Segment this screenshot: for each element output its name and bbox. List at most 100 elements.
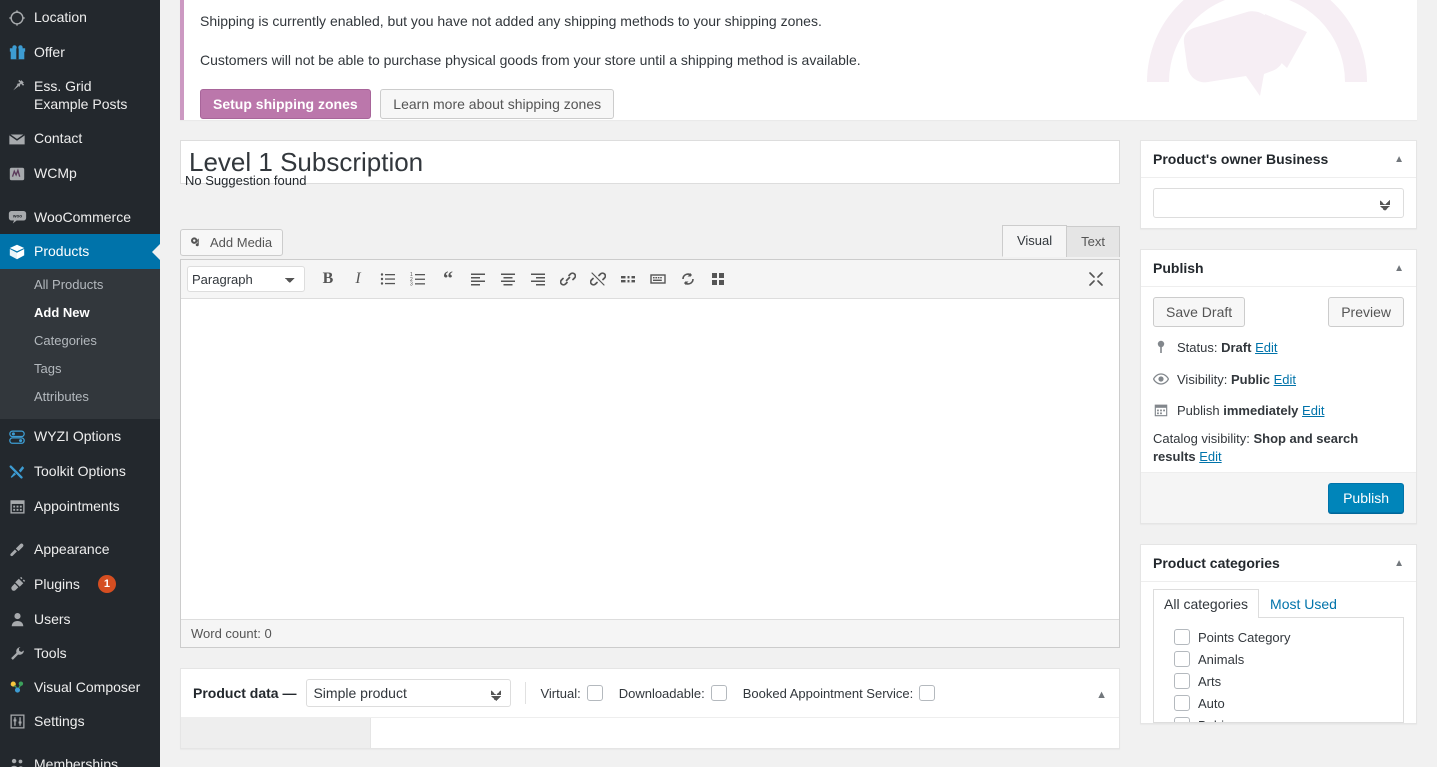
publish-date-text: Publish immediately Edit (1177, 402, 1324, 420)
downloadable-checkbox[interactable] (710, 685, 727, 701)
category-item[interactable]: Points Category (1164, 626, 1393, 648)
sidebar-separator (0, 523, 160, 532)
virtual-checkbox[interactable] (586, 685, 603, 701)
save-draft-button[interactable]: Save Draft (1153, 297, 1246, 327)
product-categories-title: Product categories (1153, 555, 1280, 571)
product-categories-header: Product categories ▲ (1141, 545, 1416, 582)
preview-button[interactable]: Preview (1328, 297, 1404, 327)
sidebar-item-ess-grid-example-posts[interactable]: Ess. Grid Example Posts (0, 69, 160, 121)
sidebar-item-appointments[interactable]: Appointments (0, 489, 160, 523)
submenu-item-tags[interactable]: Tags (0, 355, 160, 383)
category-checkbox[interactable] (1174, 651, 1190, 667)
sidebar-item-label: Offer (34, 44, 65, 60)
undo-redo-icon[interactable] (673, 264, 703, 294)
tab-all-categories[interactable]: All categories (1153, 589, 1260, 618)
owner-business-toggle-icon[interactable]: ▲ (1394, 154, 1404, 165)
category-item[interactable]: Auto (1164, 692, 1393, 714)
publish-toggle-icon[interactable]: ▲ (1394, 263, 1404, 274)
tab-visual[interactable]: Visual (1001, 225, 1068, 257)
product-data-header: Product data — Simple product Virtual: D… (181, 669, 1119, 718)
remove-link-icon[interactable] (583, 264, 613, 294)
submenu-item-all-products[interactable]: All Products (0, 271, 160, 299)
add-media-button[interactable]: Add Media (180, 229, 284, 256)
category-list[interactable]: Points Category Animals Arts Auto (1153, 618, 1404, 723)
downloadable-checkbox-label[interactable]: Downloadable: (619, 685, 727, 701)
visibility-prefix: Visibility: (1177, 372, 1228, 387)
sidebar-item-offer[interactable]: Offer (0, 35, 160, 69)
sidebar-item-memberships[interactable]: Memberships (0, 747, 160, 767)
numbered-list-icon[interactable]: 123 (403, 264, 433, 294)
product-data-divider (525, 682, 527, 704)
category-item[interactable]: Babies (1164, 714, 1393, 722)
booked-appointment-checkbox[interactable] (919, 685, 936, 701)
bulleted-list-icon[interactable] (373, 264, 403, 294)
paragraph-format-select[interactable]: Paragraph (187, 266, 305, 292)
category-checkbox[interactable] (1174, 717, 1190, 722)
sidebar-item-label: Contact (34, 130, 83, 146)
wcmp-icon (0, 164, 34, 183)
tab-text[interactable]: Text (1066, 226, 1120, 257)
sidebar-item-tools[interactable]: Tools (0, 636, 160, 670)
setup-shipping-zones-button[interactable]: Setup shipping zones (200, 89, 371, 119)
tab-most-used[interactable]: Most Used (1259, 589, 1348, 618)
visibility-edit-link[interactable]: Edit (1274, 372, 1296, 387)
insert-link-icon[interactable] (553, 264, 583, 294)
sidebar-item-wyzi-options[interactable]: WYZI Options (0, 419, 160, 454)
editor-content-area[interactable] (181, 299, 1119, 619)
main-column: No Suggestion found Add Media (180, 140, 1120, 749)
category-item[interactable]: Arts (1164, 670, 1393, 692)
product-type-select[interactable]: Simple product (306, 679, 512, 707)
catalog-visibility-row: Catalog visibility: Shop and search resu… (1141, 428, 1416, 472)
submenu-item-attributes[interactable]: Attributes (0, 383, 160, 411)
add-block-icon[interactable] (703, 264, 733, 294)
learn-more-shipping-zones-button[interactable]: Learn more about shipping zones (380, 89, 615, 119)
publish-button[interactable]: Publish (1328, 483, 1404, 513)
submenu-item-add-new[interactable]: Add New (0, 299, 160, 327)
publish-panel: Publish ▲ Save Draft Preview Status: Dra… (1140, 249, 1417, 524)
sidebar-item-appearance[interactable]: Appearance (0, 532, 160, 567)
sidebar-item-visual-composer[interactable]: Visual Composer (0, 670, 160, 704)
sidebar-item-label: Plugins (34, 576, 80, 592)
user-icon (0, 610, 34, 628)
editor-media-row: Add Media Visual Text (180, 224, 1120, 259)
catalog-edit-link[interactable]: Edit (1199, 449, 1221, 464)
sidebar-item-toolkit-options[interactable]: Toolkit Options (0, 454, 160, 489)
toolbar-toggle-icon[interactable] (643, 264, 673, 294)
calendar-icon (0, 497, 34, 515)
booked-appointment-checkbox-label[interactable]: Booked Appointment Service: (743, 685, 936, 701)
sidebar-item-location[interactable]: Location (0, 0, 160, 35)
product-data-title: Product data — (193, 685, 297, 701)
product-categories-toggle-icon[interactable]: ▲ (1394, 558, 1404, 569)
sidebar-item-woocommerce[interactable]: woo WooCommerce (0, 200, 160, 234)
category-checkbox[interactable] (1174, 695, 1190, 711)
fullscreen-icon[interactable] (1081, 264, 1111, 294)
sidebar-item-plugins[interactable]: Plugins 1 (0, 567, 160, 602)
category-checkbox[interactable] (1174, 629, 1190, 645)
status-row: Status: Draft Edit (1141, 333, 1416, 365)
publish-date-row: Publish immediately Edit (1141, 396, 1416, 428)
align-right-icon[interactable] (523, 264, 553, 294)
category-checkbox[interactable] (1174, 673, 1190, 689)
align-left-icon[interactable] (463, 264, 493, 294)
product-title-input[interactable] (180, 140, 1120, 184)
blockquote-icon[interactable]: “ (433, 264, 463, 294)
status-edit-link[interactable]: Edit (1255, 340, 1277, 355)
insert-read-more-icon[interactable] (613, 264, 643, 294)
italic-icon[interactable]: I (343, 264, 373, 294)
category-label: Points Category (1198, 629, 1291, 645)
publish-date-edit-link[interactable]: Edit (1302, 403, 1324, 418)
virtual-checkbox-label[interactable]: Virtual: (540, 685, 603, 701)
sidebar-item-label: Ess. Grid Example Posts (34, 78, 128, 112)
admin-content: Add shipping methods & zones Shipping is… (160, 0, 1437, 767)
align-center-icon[interactable] (493, 264, 523, 294)
sidebar-item-settings[interactable]: Settings (0, 704, 160, 738)
submenu-item-categories[interactable]: Categories (0, 327, 160, 355)
sidebar-item-wcmp[interactable]: WCMp (0, 156, 160, 191)
bold-icon[interactable]: B (313, 264, 343, 294)
owner-business-select[interactable] (1153, 188, 1404, 218)
sidebar-item-users[interactable]: Users (0, 602, 160, 636)
sidebar-item-contact[interactable]: Contact (0, 121, 160, 156)
category-item[interactable]: Animals (1164, 648, 1393, 670)
product-data-toggle-icon[interactable]: ▲ (1096, 689, 1107, 701)
sidebar-item-products[interactable]: Products (0, 234, 160, 269)
